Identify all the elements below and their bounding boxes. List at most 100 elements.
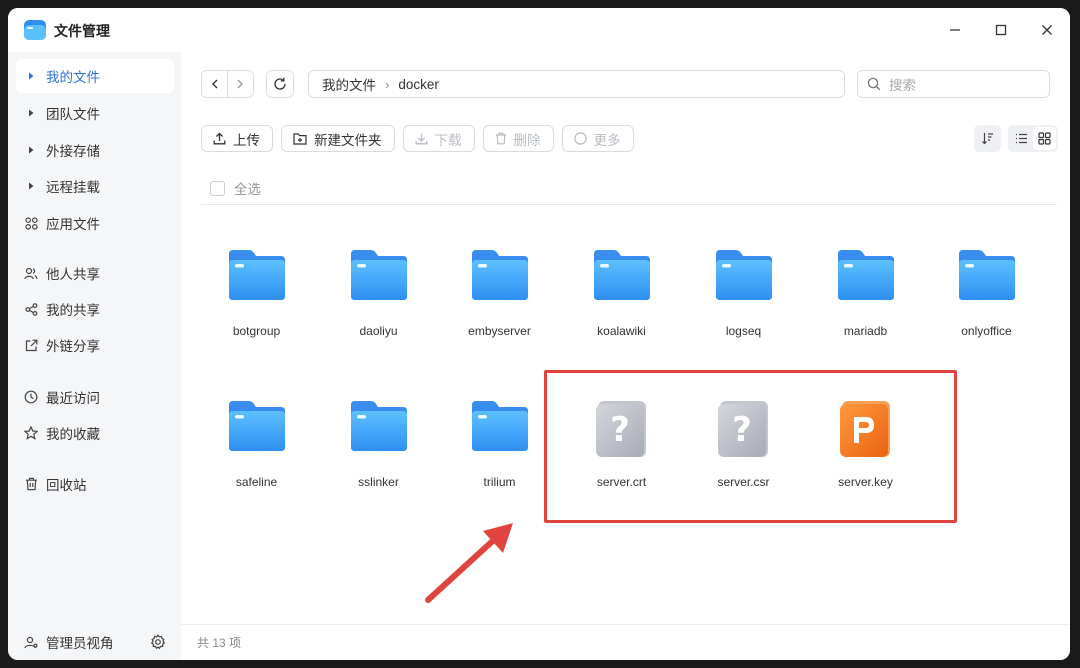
file-name: mariadb <box>843 324 888 338</box>
upload-button[interactable]: 上传 <box>201 125 273 152</box>
file-item-folder[interactable]: mariadb <box>810 232 921 352</box>
header-divider <box>201 204 1057 205</box>
admin-view-label[interactable]: 管理员视角 <box>46 632 114 652</box>
sidebar-item-shared-with-me[interactable]: 他人共享 <box>16 256 174 290</box>
delete-button[interactable]: 删除 <box>482 125 554 152</box>
caret-right-icon <box>29 182 34 190</box>
sidebar-item-label: 应用文件 <box>46 217 100 232</box>
external-link-icon <box>25 339 37 351</box>
file-item-folder[interactable]: trilium <box>444 383 555 503</box>
sidebar-item-label: 远程挂载 <box>46 180 100 195</box>
select-all-checkbox[interactable] <box>210 180 225 196</box>
file-item-folder[interactable]: koalawiki <box>566 232 677 352</box>
more-circle-icon <box>573 132 587 145</box>
sidebar-item-app-files[interactable]: 应用文件 <box>16 206 174 240</box>
sidebar-item-team-files[interactable]: 团队文件 <box>16 96 174 130</box>
main-panel: 我的文件 › docker 搜索 上传 新建文件夹 下载 删除 更多 全选 bo… <box>181 52 1070 660</box>
star-icon <box>24 426 38 440</box>
sidebar-item-label: 我的文件 <box>46 70 100 85</box>
file-name: onlyoffice <box>961 324 1012 338</box>
admin-view-bar: 管理员视角 <box>8 624 181 660</box>
sort-button[interactable] <box>974 125 1001 152</box>
settings-button[interactable] <box>150 634 166 653</box>
upload-label: 上传 <box>233 132 260 148</box>
new-folder-button[interactable]: 新建文件夹 <box>281 125 395 152</box>
list-view-button[interactable] <box>1010 127 1033 150</box>
grid-view-button[interactable] <box>1033 127 1056 150</box>
forward-button[interactable] <box>228 71 253 97</box>
maximize-icon <box>995 24 1007 36</box>
caret-right-icon <box>29 109 34 117</box>
folder-icon <box>228 401 285 451</box>
more-button[interactable]: 更多 <box>561 125 634 152</box>
file-manager-window: 文件管理 我的文件 团队文件 外接存储 远程挂载 应用文件 他人共享 我的共享 … <box>8 8 1070 660</box>
sidebar-item-label: 我的共享 <box>46 303 100 318</box>
sidebar-item-recycle-bin[interactable]: 回收站 <box>16 467 174 501</box>
file-item-folder[interactable]: embyserver <box>444 232 555 352</box>
sidebar-item-label: 我的收藏 <box>46 427 100 442</box>
arrow-annotation-icon <box>425 523 513 603</box>
download-button[interactable]: 下载 <box>402 125 475 152</box>
select-all[interactable]: 全选 <box>210 178 261 198</box>
download-icon <box>415 133 427 145</box>
back-button[interactable] <box>202 71 227 97</box>
close-icon <box>1042 25 1052 35</box>
upload-icon <box>213 132 226 145</box>
sidebar-item-remote-mount[interactable]: 远程挂载 <box>16 169 174 203</box>
folder-icon <box>471 250 528 300</box>
chevron-right-icon <box>237 79 244 89</box>
sort-icon <box>982 133 993 145</box>
close-button[interactable] <box>1024 8 1070 52</box>
sidebar-item-label: 外接存储 <box>46 144 100 159</box>
breadcrumb-current[interactable]: docker <box>398 77 439 92</box>
file-name: embyserver <box>468 324 531 338</box>
apps-icon <box>24 216 38 230</box>
folder-icon <box>593 250 650 300</box>
sidebar-item-external-storage[interactable]: 外接存储 <box>16 133 174 167</box>
trash-icon <box>25 477 37 491</box>
sidebar-item-label: 他人共享 <box>46 267 100 282</box>
file-name: daoliyu <box>359 324 398 338</box>
delete-label: 删除 <box>513 132 541 148</box>
sidebar-item-recent[interactable]: 最近访问 <box>16 380 174 414</box>
admin-user-icon <box>24 636 38 648</box>
share-icon <box>24 302 37 316</box>
file-item-folder[interactable]: onlyoffice <box>931 232 1042 352</box>
sidebar-item-my-shares[interactable]: 我的共享 <box>16 292 174 326</box>
grid-icon <box>1038 132 1051 145</box>
file-item-folder[interactable]: daoliyu <box>323 232 434 352</box>
refresh-button[interactable] <box>266 70 294 98</box>
breadcrumb-root[interactable]: 我的文件 <box>322 74 376 94</box>
search-input[interactable]: 搜索 <box>857 70 1050 98</box>
file-item-folder[interactable]: botgroup <box>201 232 312 352</box>
item-count: 共 13 项 <box>197 636 242 650</box>
caret-right-icon <box>29 72 34 80</box>
toolbar: 上传 新建文件夹 下载 删除 更多 <box>201 125 642 153</box>
sidebar-item-favorites[interactable]: 我的收藏 <box>16 416 174 450</box>
sidebar-item-label: 最近访问 <box>46 391 100 406</box>
file-item-folder[interactable]: logseq <box>688 232 799 352</box>
caret-right-icon <box>29 146 34 154</box>
folder-icon <box>471 401 528 451</box>
file-item-folder[interactable]: safeline <box>201 383 312 503</box>
sidebar-item-my-files[interactable]: 我的文件 <box>16 59 174 93</box>
app-title: 文件管理 <box>54 23 110 39</box>
list-icon <box>1016 133 1027 144</box>
title-bar: 文件管理 <box>8 8 1070 52</box>
sidebar-item-link-shares[interactable]: 外链分享 <box>16 328 174 362</box>
file-item-folder[interactable]: sslinker <box>323 383 434 503</box>
search-placeholder: 搜索 <box>889 78 916 93</box>
sidebar-item-label: 团队文件 <box>46 107 100 122</box>
folder-icon <box>350 250 407 300</box>
admin-icon-wrap <box>16 636 46 649</box>
trash-icon <box>495 132 506 145</box>
folder-icon <box>350 401 407 451</box>
breadcrumb[interactable]: 我的文件 › docker <box>308 70 845 98</box>
maximize-button[interactable] <box>978 8 1024 52</box>
file-manager-logo-icon <box>24 20 46 40</box>
new-folder-label: 新建文件夹 <box>314 132 382 148</box>
chevron-left-icon <box>211 79 217 89</box>
minimize-button[interactable] <box>932 8 978 52</box>
new-folder-icon <box>293 132 307 145</box>
file-name: koalawiki <box>597 324 646 338</box>
